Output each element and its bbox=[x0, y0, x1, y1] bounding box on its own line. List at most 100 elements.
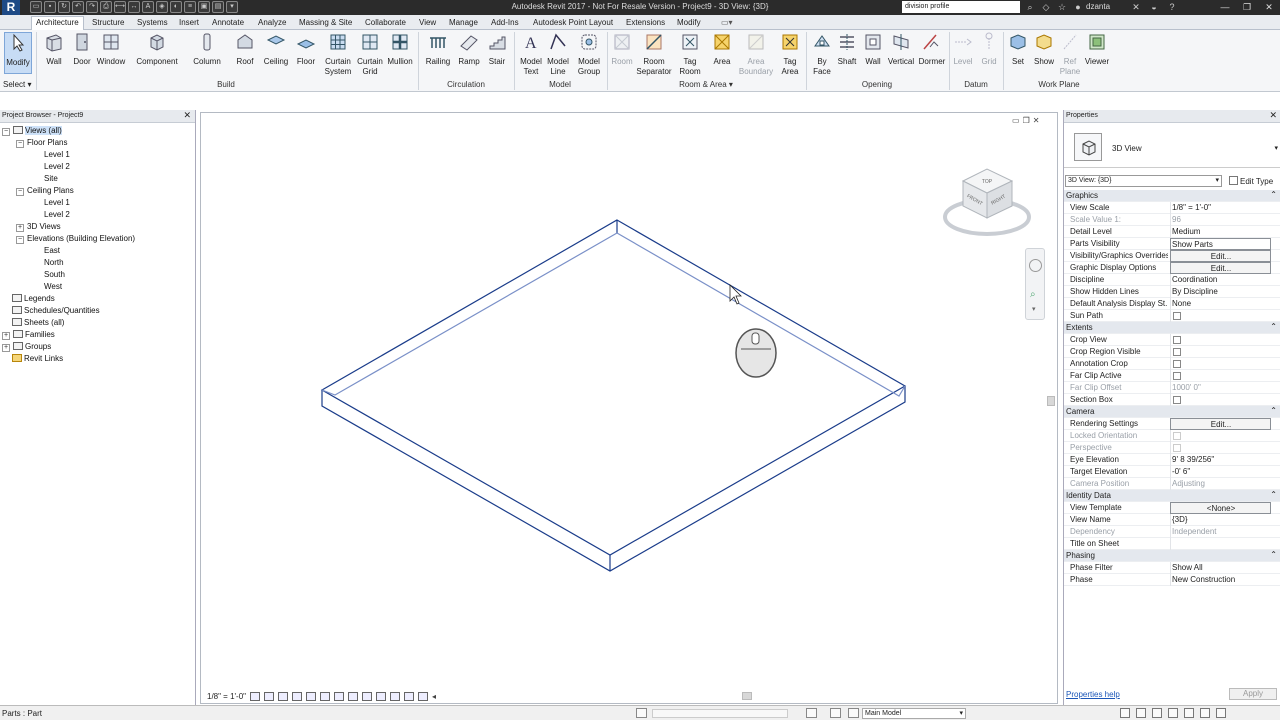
tree-item-floor-level-2[interactable]: Level 2 bbox=[44, 162, 70, 171]
binoculars-icon[interactable]: ⌕ bbox=[1024, 1, 1036, 13]
drawing-area-3d-view[interactable]: TOP FRONT RIGHT bbox=[200, 112, 1058, 704]
username[interactable]: dzanta bbox=[1086, 2, 1110, 11]
modify-button[interactable]: Modify bbox=[4, 32, 32, 74]
highlight-displacement-icon[interactable] bbox=[418, 691, 429, 701]
tab-autodesk-point-layout[interactable]: Autodesk Point Layout bbox=[529, 17, 617, 30]
tab-extensions[interactable]: Extensions bbox=[622, 17, 669, 30]
dormer-button[interactable]: Dormer bbox=[918, 32, 946, 67]
prop-value[interactable]: Coordination bbox=[1170, 274, 1271, 286]
select-links-icon[interactable] bbox=[1120, 708, 1130, 718]
tree-item-elevations[interactable]: − Elevations (Building Elevation) bbox=[16, 234, 135, 244]
prop-value[interactable]: {3D} bbox=[1170, 514, 1271, 526]
properties-help-link[interactable]: Properties help bbox=[1066, 690, 1120, 699]
prop-crop-region-visible[interactable]: Crop Region Visible bbox=[1064, 346, 1280, 358]
tree-item-west[interactable]: West bbox=[44, 282, 62, 291]
prop-view-template[interactable]: View Template <None> bbox=[1064, 502, 1280, 514]
viewcube-top-label[interactable]: TOP bbox=[982, 179, 993, 185]
prop-value[interactable]: -0' 6" bbox=[1170, 466, 1271, 478]
prop-detail-level[interactable]: Detail Level Medium bbox=[1064, 226, 1280, 238]
viewcube[interactable]: TOP FRONT RIGHT bbox=[943, 168, 1031, 236]
tree-item-ceiling-plans[interactable]: − Ceiling Plans bbox=[16, 186, 74, 196]
select-underlay-icon[interactable] bbox=[1136, 708, 1146, 718]
collapse-icon[interactable]: − bbox=[2, 128, 10, 136]
door-button[interactable]: Door bbox=[70, 32, 94, 67]
prop-parts-visibility[interactable]: Parts Visibility Show Parts bbox=[1064, 238, 1280, 250]
main-model-select[interactable]: Main Model ▾ bbox=[862, 708, 966, 719]
select-dropdown[interactable]: Select ▾ bbox=[3, 80, 31, 89]
group-extents[interactable]: Extents ⌃ bbox=[1064, 322, 1280, 334]
prop-far-clip-active[interactable]: Far Clip Active bbox=[1064, 370, 1280, 382]
worksharing-icon[interactable] bbox=[390, 691, 401, 701]
roof-button[interactable]: Roof bbox=[232, 32, 258, 67]
model-group-button[interactable]: Model Group bbox=[574, 32, 604, 77]
section-box-checkbox[interactable] bbox=[1173, 396, 1181, 404]
tab-massing-site[interactable]: Massing & Site bbox=[295, 17, 356, 30]
close-view-icon[interactable]: ✕ bbox=[1033, 116, 1040, 125]
crop-region-visible-checkbox[interactable] bbox=[1173, 348, 1181, 356]
expand-icon[interactable]: + bbox=[2, 344, 10, 352]
ref-plane-button[interactable]: Ref Plane bbox=[1058, 32, 1082, 77]
tab-insert[interactable]: Insert bbox=[175, 17, 203, 30]
prop-value[interactable] bbox=[1170, 538, 1271, 550]
component-button[interactable]: Component bbox=[134, 32, 180, 67]
window-button[interactable]: Window bbox=[96, 32, 126, 67]
tree-item-floor-level-1[interactable]: Level 1 bbox=[44, 150, 70, 159]
prop-phase-filter[interactable]: Phase Filter Show All bbox=[1064, 562, 1280, 574]
subscription-icon[interactable]: ◇ bbox=[1040, 1, 1052, 13]
help-icon[interactable]: ? bbox=[1166, 1, 1178, 13]
model-line-button[interactable]: Model Line bbox=[546, 32, 570, 77]
prop-default-analysis-display[interactable]: Default Analysis Display St... None bbox=[1064, 298, 1280, 310]
collapse-icon[interactable]: ⌃ bbox=[1270, 190, 1277, 199]
floor-part[interactable] bbox=[320, 219, 907, 572]
prop-value[interactable]: Medium bbox=[1170, 226, 1271, 238]
worksets-icon[interactable] bbox=[636, 708, 647, 718]
type-selector[interactable]: 3D View ▾ bbox=[1064, 124, 1280, 168]
room-separator-button[interactable]: Room Separator bbox=[636, 32, 672, 77]
tree-item-schedules[interactable]: Schedules/Quantities bbox=[12, 306, 100, 315]
group-phasing[interactable]: Phasing ⌃ bbox=[1064, 550, 1280, 562]
mullion-button[interactable]: Mullion bbox=[386, 32, 414, 67]
area-boundary-button[interactable]: Area Boundary bbox=[738, 32, 774, 77]
close-icon[interactable]: ✕ bbox=[1269, 110, 1277, 121]
tab-collaborate[interactable]: Collaborate bbox=[361, 17, 410, 30]
infocenter-search-input[interactable] bbox=[902, 1, 1020, 13]
prop-value[interactable]: 9' 8 39/256" bbox=[1170, 454, 1271, 466]
design-options-icon[interactable] bbox=[830, 708, 841, 718]
tree-item-legends[interactable]: Legends bbox=[12, 294, 55, 303]
restore-view-icon[interactable]: ❐ bbox=[1023, 116, 1030, 125]
ceiling-button[interactable]: Ceiling bbox=[262, 32, 290, 67]
collapse-icon[interactable]: − bbox=[16, 236, 24, 244]
wall-button[interactable]: Wall bbox=[42, 32, 66, 67]
collapse-icon[interactable]: ⌃ bbox=[1270, 490, 1277, 499]
tree-item-south[interactable]: South bbox=[44, 270, 65, 279]
prop-view-name[interactable]: View Name {3D} bbox=[1064, 514, 1280, 526]
group-camera[interactable]: Camera ⌃ bbox=[1064, 406, 1280, 418]
expand-icon[interactable]: + bbox=[2, 332, 10, 340]
tab-manage[interactable]: Manage bbox=[445, 17, 482, 30]
graphic-display-edit-button[interactable]: Edit... bbox=[1170, 262, 1271, 274]
tab-architecture[interactable]: Architecture bbox=[31, 16, 84, 31]
minimize-view-icon[interactable]: ▭ bbox=[1012, 116, 1020, 125]
tab-annotate[interactable]: Annotate bbox=[208, 17, 248, 30]
expand-icon[interactable]: + bbox=[16, 224, 24, 232]
grid-button[interactable]: Grid bbox=[978, 32, 1000, 67]
status-field[interactable] bbox=[652, 709, 788, 718]
tab-modify[interactable]: Modify bbox=[673, 17, 705, 30]
vertical-button[interactable]: Vertical bbox=[886, 32, 916, 67]
horizontal-scrollbar[interactable] bbox=[742, 692, 752, 700]
opening-wall-button[interactable]: Wall bbox=[862, 32, 884, 67]
group-graphics[interactable]: Graphics ⌃ bbox=[1064, 190, 1280, 202]
by-face-button[interactable]: By Face bbox=[810, 32, 834, 77]
prop-value[interactable]: None bbox=[1170, 298, 1271, 310]
chevron-down-icon[interactable]: ▾ bbox=[1274, 144, 1278, 152]
tab-systems[interactable]: Systems bbox=[133, 17, 172, 30]
editable-only-icon[interactable] bbox=[806, 708, 817, 718]
apply-button[interactable]: Apply bbox=[1229, 688, 1277, 700]
close-icon[interactable]: ✕ bbox=[183, 110, 191, 121]
prop-show-hidden-lines[interactable]: Show Hidden Lines By Discipline bbox=[1064, 286, 1280, 298]
stair-button[interactable]: Stair bbox=[484, 32, 510, 67]
temporary-hide-icon[interactable] bbox=[362, 691, 373, 701]
prop-title-on-sheet[interactable]: Title on Sheet bbox=[1064, 538, 1280, 550]
drag-elements-icon[interactable] bbox=[1184, 708, 1194, 718]
ribbon-options-icon[interactable]: ▭▾ bbox=[717, 17, 737, 30]
